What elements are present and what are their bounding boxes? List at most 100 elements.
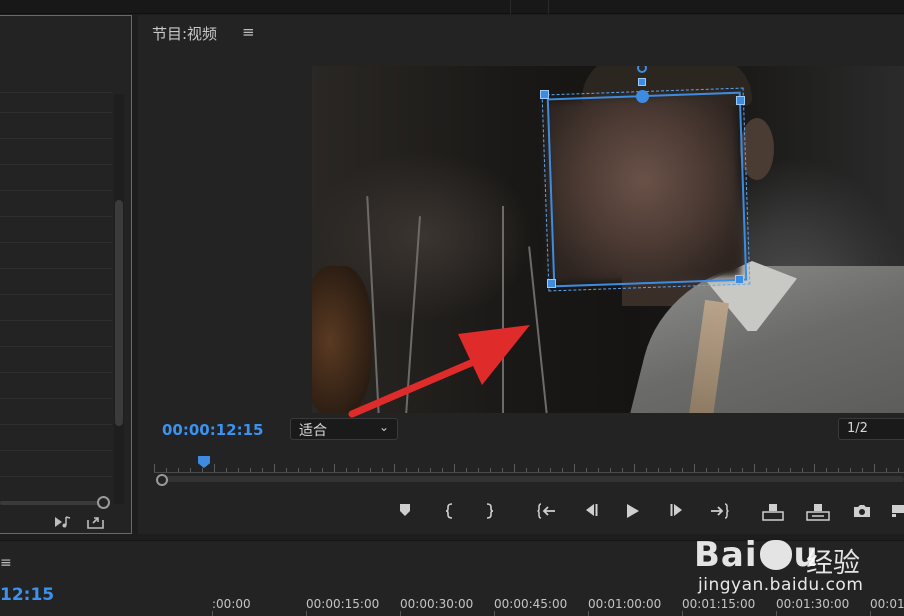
project-panel[interactable] [0,15,132,534]
list-row [0,138,112,139]
list-row [0,372,112,373]
ruler-tick [874,464,875,472]
playhead-timecode[interactable]: 00:00:12:15 [162,421,264,439]
extract-button[interactable] [806,501,830,521]
play-icon [627,504,639,518]
timeline-timecode[interactable]: 12:15 [0,585,54,605]
panel-menu-icon[interactable]: ≡ [0,555,12,571]
ruler-tick [814,464,815,472]
list-row [0,268,112,269]
ruler-tick [802,468,803,472]
timeline-ruler-label: 00:00:15:00 [306,597,380,611]
ruler-tick [274,464,275,472]
ruler-tick [526,468,527,472]
list-row [0,424,112,425]
ruler-tick [886,468,887,472]
list-row [0,320,112,321]
ruler-tick [298,468,299,472]
mask-path[interactable] [546,91,748,288]
ruler-tick [670,468,671,472]
ruler-tick [778,468,779,472]
ruler-tick [562,468,563,472]
timeline-ruler-tick [212,611,213,616]
lift-icon [762,504,784,521]
ruler-tick [838,468,839,472]
mask-vertex-handle[interactable] [540,90,549,99]
double-bass [312,266,372,413]
ruler-tick [286,468,287,472]
ruler-tick [718,468,719,472]
mask-vertex-handle[interactable] [547,279,556,288]
play-button[interactable] [622,501,644,521]
ruler-tick [478,468,479,472]
program-monitor: 节目:视频 ≡ 00:00:12:15 适合 ⌄ 1/2 [138,15,904,534]
button-editor-button[interactable] [890,501,904,521]
mask-expansion-handle[interactable] [638,78,646,86]
go-to-in-button[interactable] [536,501,558,521]
ruler-tick [250,468,251,472]
zoom-slider[interactable] [0,501,100,505]
monitor-title[interactable]: 节目:视频 [152,23,217,44]
go-to-out-icon [711,503,729,519]
timeline-ruler-tick [306,611,307,616]
zoom-slider-knob[interactable] [97,496,110,509]
mark-out-icon [486,503,494,519]
ruler-tick [826,468,827,472]
ruler-tick [646,468,647,472]
top-panel-strip [0,0,904,14]
list-row [0,398,112,399]
ruler-tick [178,468,179,472]
step-forward-button[interactable] [666,501,688,521]
timeline-ruler-label: :00:00 [212,597,251,611]
mask-feather-handle[interactable] [636,90,649,103]
timeline-ruler-tick [870,611,871,616]
automate-to-sequence-icon[interactable] [54,515,74,533]
new-item-icon[interactable] [86,515,106,533]
ruler-tick [694,464,695,472]
timeline-ruler-label: 00:01:45:00 [870,597,904,611]
ruler-tick [430,468,431,472]
list-row [0,346,112,347]
mask-vertex-handle[interactable] [735,275,744,284]
step-back-icon [586,504,598,516]
mask-vertex-handle[interactable] [736,96,745,105]
timeline-ruler-tick [494,611,495,616]
ruler-tick [358,468,359,472]
resolution-dropdown[interactable]: 1/2 [838,418,904,440]
export-frame-button[interactable] [851,501,873,521]
monitor-time-ruler[interactable] [154,455,904,475]
monitor-zoom-knob[interactable] [156,474,168,486]
ruler-tick [790,468,791,472]
ruler-tick [334,464,335,472]
ruler-tick [322,468,323,472]
extract-icon [806,504,830,521]
mic-stand [528,246,548,413]
step-back-button[interactable] [580,501,602,521]
lift-button[interactable] [762,501,784,521]
add-marker-button[interactable] [394,501,416,521]
ruler-tick [682,468,683,472]
timeline-ruler-label: 00:01:15:00 [682,597,756,611]
panel-menu-icon[interactable]: ≡ [242,23,255,41]
ruler-tick [310,468,311,472]
mark-out-button[interactable] [478,501,500,521]
fit-dropdown[interactable]: 适合 ⌄ [290,418,398,440]
ruler-tick [202,468,203,472]
monitor-zoom-bar[interactable] [158,476,904,482]
timeline-ruler-label: 00:01:30:00 [776,597,850,611]
ruler-tick [538,468,539,472]
mark-in-button[interactable] [439,501,461,521]
ruler-tick [418,468,419,472]
ruler-tick [610,468,611,472]
button-editor-icon [892,505,904,517]
timeline-ruler-label: 00:00:30:00 [400,597,474,611]
ruler-tick [190,468,191,472]
video-frame[interactable] [312,66,904,413]
fit-dropdown-value: 适合 [299,423,327,439]
marker-icon [400,504,410,516]
ruler-tick [586,468,587,472]
ruler-tick [574,464,575,472]
scrollbar-thumb[interactable] [115,200,123,426]
ruler-tick [514,464,515,472]
go-to-out-button[interactable] [708,501,730,521]
